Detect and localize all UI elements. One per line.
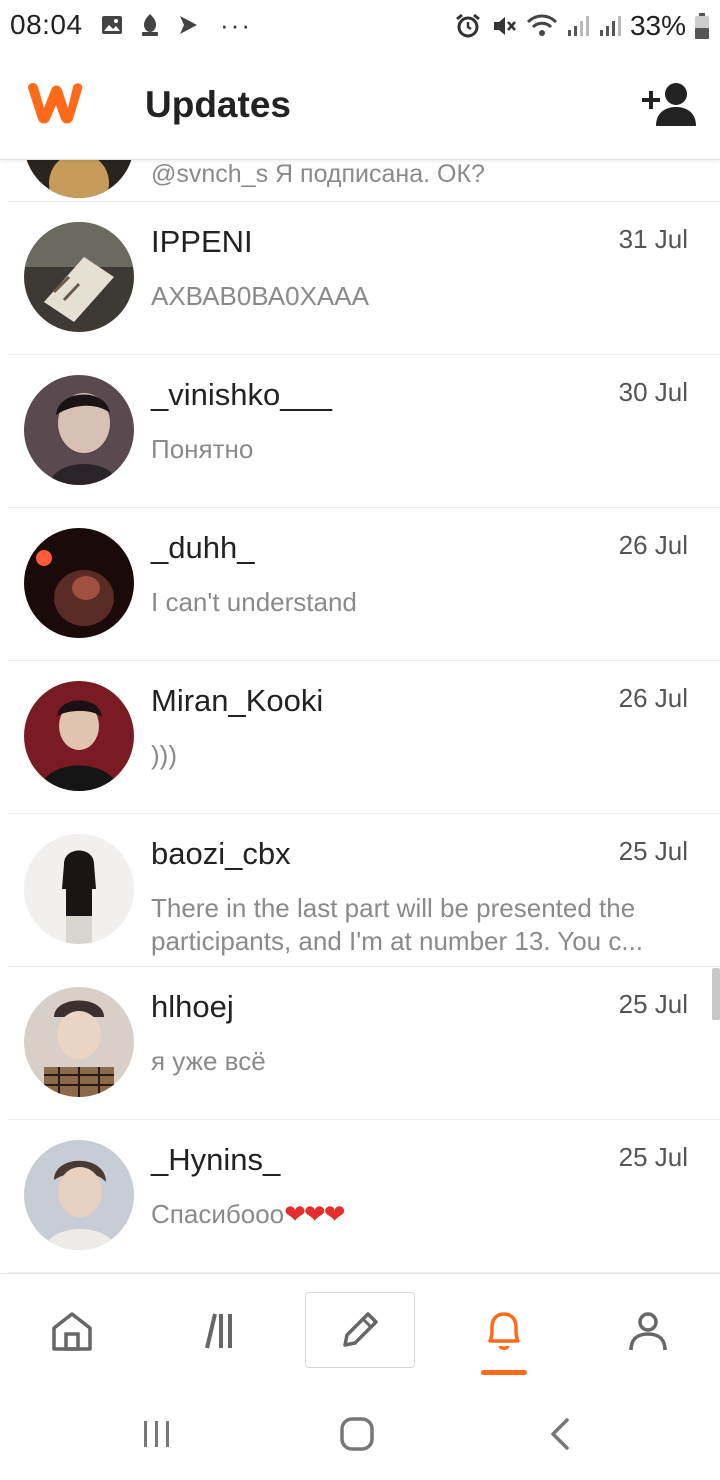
username[interactable]: IPPENI [151,224,253,260]
recents-icon [144,1421,169,1447]
date: 25 Jul [618,989,688,1019]
list-item[interactable]: _Hynins_ 25 Jul Спасибооо❤❤❤ [0,1120,720,1273]
battery-percent: 33% [629,10,686,41]
avatar[interactable] [24,681,134,791]
message-preview: Спасибооо❤❤❤ [151,1198,691,1231]
alarm-icon [456,13,480,38]
bottom-nav [0,1273,720,1386]
battery-icon [695,13,709,39]
message-preview: ))) [151,740,177,770]
status-right-icons: 33% [454,10,710,42]
message-preview: There in the last part will be presented… [151,892,691,958]
list-item[interactable]: _vinishko___ 30 Jul Понятно [0,355,720,508]
list-item[interactable]: IPPENI 31 Jul АХВАВ0ВА0ХААА [0,202,720,355]
date: 30 Jul [618,377,688,407]
library-icon [205,1313,232,1348]
list-item[interactable]: _duhh_ 26 Jul I can't understand [0,508,720,661]
status-left-icons: ··· [100,12,252,38]
message-text: Спасибооо [151,1199,285,1229]
username[interactable]: _vinishko___ [151,377,332,413]
date: 31 Jul [618,224,688,254]
username[interactable]: _duhh_ [151,530,254,566]
write-icon [343,1312,378,1347]
play-icon [180,16,197,34]
avatar[interactable] [24,987,134,1097]
profile-icon [629,1311,667,1350]
message-line: There in the last part will be presented… [151,893,636,923]
avatar[interactable] [24,222,134,332]
avatar[interactable] [24,834,134,944]
heart-emoji-icon: ❤❤❤ [284,1199,345,1229]
avatar[interactable] [24,1140,134,1250]
recents-button[interactable] [127,1410,187,1458]
nav-profile[interactable] [593,1274,703,1387]
message-preview: I can't understand [151,587,357,617]
date: 26 Jul [618,683,688,713]
message-preview: я уже всё [151,1046,266,1076]
app-header: Updates [0,52,720,160]
nav-active-indicator [481,1370,527,1375]
username[interactable]: Miran_Kooki [151,683,323,719]
home-system-button[interactable] [327,1410,387,1458]
back-icon [551,1418,569,1450]
avatar[interactable] [24,375,134,485]
message-preview: Понятно [151,434,254,464]
status-bar: 08:04 ··· 33% [0,0,720,52]
signal-icon [599,16,621,36]
signal-icon [567,16,589,36]
mute-icon [493,17,516,35]
username[interactable]: _Hynins_ [151,1142,280,1178]
app-icon [142,14,158,36]
list-item[interactable]: Miran_Kooki 26 Jul ))) [0,661,720,814]
list-item[interactable]: hlhoej 25 Jul я уже всё [0,967,720,1120]
nav-library[interactable] [163,1274,273,1387]
add-user-icon[interactable] [640,80,698,128]
list-item[interactable]: baozi_cbx 25 Jul There in the last part … [0,814,720,967]
more-dots-icon: ··· [220,10,252,40]
message-preview: АХВАВ0ВА0ХААА [151,281,369,311]
date: 25 Jul [618,836,688,866]
back-button[interactable] [530,1410,590,1458]
avatar[interactable] [24,160,134,198]
image-icon [102,16,122,34]
date: 26 Jul [618,530,688,560]
updates-list[interactable]: @svnch_s Я подписана. ОК? IPPENI 31 Jul … [0,160,720,1273]
notifications-icon [488,1311,520,1350]
list-item[interactable]: @svnch_s Я подписана. ОК? [0,160,720,202]
avatar[interactable] [24,528,134,638]
home-circle-icon [340,1417,374,1451]
page-title: Updates [145,84,291,125]
wattpad-logo-icon[interactable] [22,78,88,128]
message-line: participants, and I'm at number 13. You … [151,926,644,956]
system-nav [0,1386,720,1480]
date: 25 Jul [618,1142,688,1172]
username[interactable]: baozi_cbx [151,836,291,872]
home-icon [52,1311,92,1351]
nav-write[interactable] [305,1292,415,1368]
wifi-icon [526,14,558,36]
message-preview: @svnch_s Я подписана. ОК? [151,160,485,188]
status-time: 08:04 [10,9,83,40]
nav-home[interactable] [17,1274,127,1387]
username[interactable]: hlhoej [151,989,234,1025]
scrollbar-thumb[interactable] [712,968,720,1020]
